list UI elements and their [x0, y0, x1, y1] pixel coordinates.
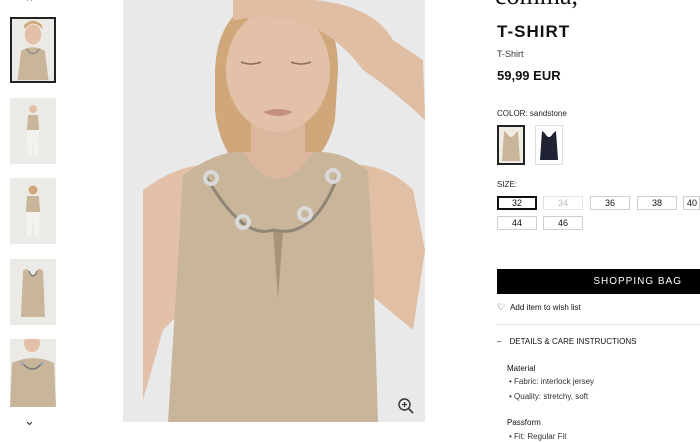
selected-color: sandstone — [529, 109, 567, 118]
size-option-44[interactable]: 44 — [497, 216, 537, 230]
thumbnail-2[interactable] — [10, 98, 56, 164]
shopping-bag-button[interactable]: SHOPPING BAG — [497, 269, 700, 294]
product-info: comma, T-SHIRT T-Shirt 59,99 EUR COLOR: … — [495, 0, 700, 442]
wishlist-link[interactable]: ♡ Add item to wish list — [497, 302, 581, 313]
fit-item: • Fit: Regular Fit — [509, 432, 567, 441]
size-option-34[interactable]: 34 — [543, 196, 583, 210]
product-title: T-SHIRT — [497, 22, 571, 41]
material-heading: Material — [507, 364, 536, 373]
collapse-icon: – — [497, 337, 502, 346]
thumbnail-rail: ⌃ ⌄ — [0, 0, 70, 442]
size-label: SIZE: — [497, 180, 518, 189]
brand-logo[interactable]: comma, — [495, 0, 578, 11]
product-subtitle: T-Shirt — [497, 49, 524, 59]
size-option-32[interactable]: 32 — [497, 196, 537, 210]
size-option-46[interactable]: 46 — [543, 216, 583, 230]
wishlist-label: Add item to wish list — [510, 303, 581, 312]
divider — [497, 324, 700, 325]
size-option-36[interactable]: 36 — [590, 196, 630, 210]
thumbnail-3[interactable] — [10, 178, 56, 244]
thumbnail-4[interactable] — [10, 259, 56, 325]
color-swatch-navy[interactable] — [535, 125, 563, 165]
product-main-image[interactable] — [123, 0, 425, 422]
model-illustration — [123, 0, 425, 422]
details-toggle[interactable]: – DETAILS & CARE INSTRUCTIONS — [497, 337, 636, 346]
material-item: • Quality: stretchy, soft — [509, 392, 589, 401]
color-label: COLOR: — [497, 109, 528, 118]
thumbnail-1[interactable] — [10, 17, 56, 83]
zoom-in-icon[interactable] — [397, 397, 415, 415]
material-item: • Fabric: interlock jersey — [509, 377, 595, 386]
color-selector-label: COLOR: sandstone — [497, 109, 567, 118]
size-option-38[interactable]: 38 — [637, 196, 677, 210]
thumbnail-5[interactable] — [10, 339, 56, 407]
product-price: 59,99 EUR — [497, 68, 561, 83]
fit-heading: Passform — [507, 418, 541, 427]
details-heading: DETAILS & CARE INSTRUCTIONS — [509, 337, 637, 346]
chevron-up-icon[interactable]: ⌃ — [24, 0, 35, 9]
chevron-down-icon[interactable]: ⌄ — [24, 414, 35, 427]
size-option-40[interactable]: 40 — [683, 196, 700, 210]
heart-icon: ♡ — [497, 302, 506, 312]
color-swatch-sandstone[interactable] — [497, 125, 525, 165]
